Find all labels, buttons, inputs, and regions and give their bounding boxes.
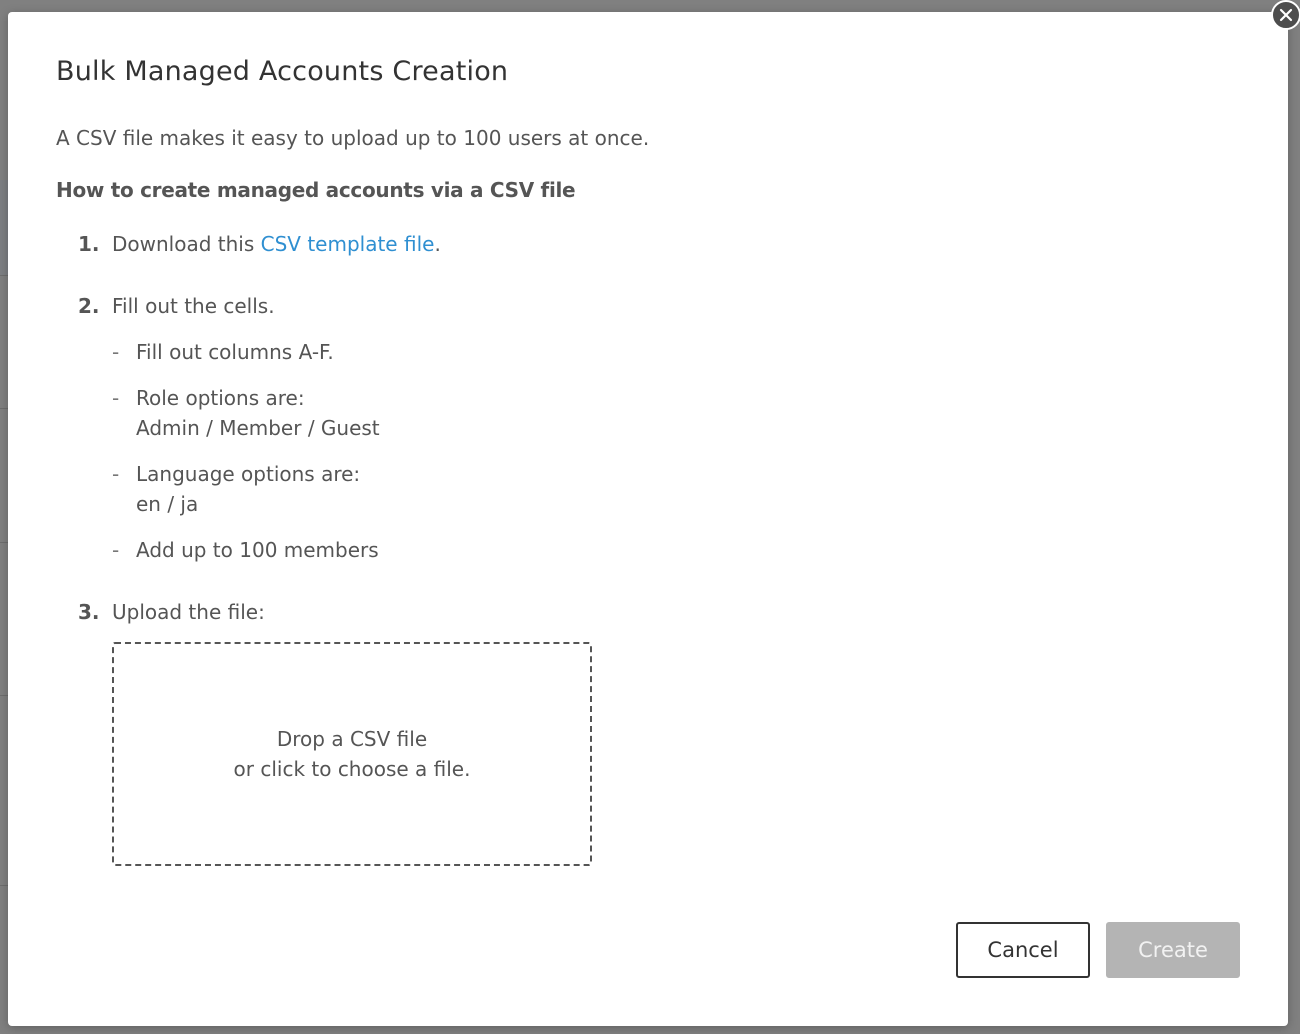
step-text-prefix: Download this xyxy=(112,232,261,256)
step-number: 1. xyxy=(78,232,100,256)
step-text: Upload the file: xyxy=(112,600,265,624)
step-number: 3. xyxy=(78,600,100,624)
step-text: Download this CSV template file. xyxy=(112,232,441,256)
step-1: 1. Download this CSV template file. xyxy=(78,232,441,256)
bullet-line: en / ja xyxy=(136,492,199,516)
bullet-item: - Role options are: Admin / Member / Gue… xyxy=(112,383,380,443)
step-text: Fill out the cells. xyxy=(112,294,275,318)
bullet-dash: - xyxy=(112,538,120,562)
step-3: 3. Upload the file: xyxy=(78,600,265,624)
step-2: 2. Fill out the cells. xyxy=(78,294,275,318)
modal-title: Bulk Managed Accounts Creation xyxy=(56,56,509,87)
csv-dropzone[interactable]: Drop a CSV file or click to choose a fil… xyxy=(112,642,592,866)
cancel-button[interactable]: Cancel xyxy=(956,922,1090,978)
bullet-line: Add up to 100 members xyxy=(136,538,379,562)
bullet-line: Fill out columns A-F. xyxy=(136,340,334,364)
bullet-line: Language options are: xyxy=(136,462,361,486)
bullet-dash: - xyxy=(112,462,120,486)
create-button[interactable]: Create xyxy=(1106,922,1240,978)
close-icon xyxy=(1279,8,1293,22)
bulk-accounts-modal: Bulk Managed Accounts Creation A CSV fil… xyxy=(8,12,1288,1026)
bullet-dash: - xyxy=(112,340,120,364)
dropzone-text-line2: or click to choose a file. xyxy=(233,757,471,781)
instructions-heading: How to create managed accounts via a CSV… xyxy=(56,178,576,202)
bullet-line: Role options are: xyxy=(136,386,305,410)
bullet-item: - Fill out columns A-F. xyxy=(112,337,334,367)
modal-intro: A CSV file makes it easy to upload up to… xyxy=(56,126,650,150)
close-button[interactable] xyxy=(1271,0,1300,30)
csv-template-link[interactable]: CSV template file xyxy=(261,232,435,256)
bullet-dash: - xyxy=(112,386,120,410)
bullet-line: Admin / Member / Guest xyxy=(136,416,380,440)
dropzone-text-line1: Drop a CSV file xyxy=(276,727,428,751)
step-text-suffix: . xyxy=(434,232,441,256)
bullet-item: - Add up to 100 members xyxy=(112,535,379,565)
step-number: 2. xyxy=(78,294,100,318)
bullet-item: - Language options are: en / ja xyxy=(112,459,360,519)
